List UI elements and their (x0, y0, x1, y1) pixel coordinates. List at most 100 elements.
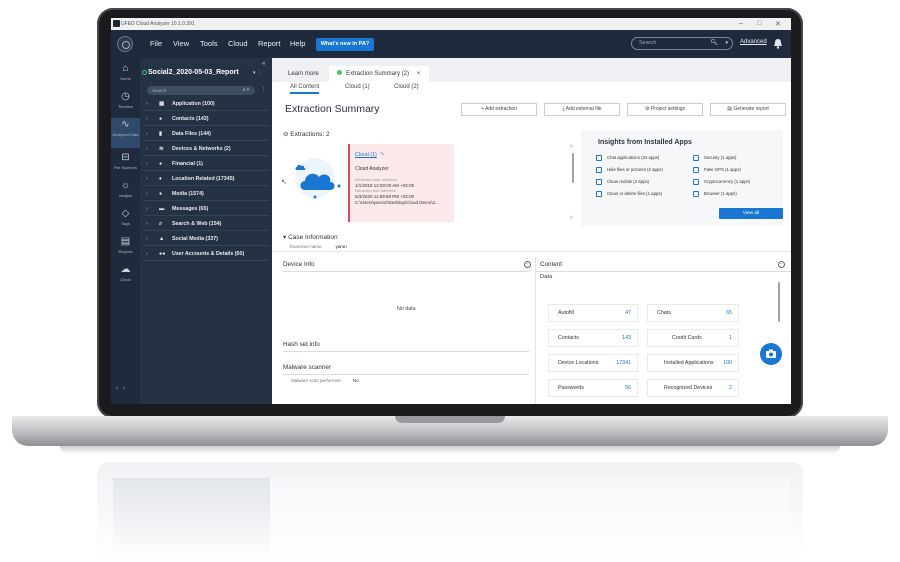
content-cell-passwords[interactable]: Passwords 56 (548, 379, 638, 397)
tab-learn-more[interactable]: Learn more (280, 66, 327, 82)
menu-cloud[interactable]: Cloud (228, 39, 248, 48)
rail-item-reports[interactable]: ▤ Reports (111, 235, 140, 261)
file-tree-icon: ⊟ (121, 152, 130, 163)
cloud-icon (295, 164, 341, 199)
tag-icon: ◇ (121, 208, 130, 219)
screenshot-button[interactable] (760, 343, 782, 365)
chevron-down-icon[interactable]: ▾ (725, 38, 728, 49)
divider (272, 251, 791, 252)
content-cell-recognized-devices[interactable]: Recognized Devices 2 (647, 379, 739, 397)
rail-item-timeline[interactable]: ◷ Timeline (111, 90, 140, 116)
rail-scroll-arrows-icon[interactable]: ‹ › (116, 386, 125, 392)
insight-hide-files[interactable]: Hide files or pictures (2 apps) (596, 167, 663, 173)
tree-item-messages[interactable]: › ▬ Messages (65) (143, 203, 269, 216)
tree-item-data-files[interactable]: › ▮ Data Files (144) (143, 128, 269, 141)
view-all-button[interactable]: View all (719, 208, 783, 219)
tree-item-location[interactable]: › ♦ Location Related (17345) (143, 173, 269, 186)
close-tab-icon[interactable]: × (417, 71, 421, 77)
reflection-panel (270, 478, 790, 562)
device-info-title: Device Info (283, 261, 315, 268)
content-scrollbar[interactable] (778, 282, 780, 322)
generate-report-button[interactable]: ▤ Generate report (710, 103, 786, 116)
cursor-icon: ↖ (281, 179, 287, 186)
collapse-content-icon[interactable]: − (778, 261, 785, 268)
tree-item-media[interactable]: › ● Media (1574) (143, 188, 269, 201)
content-cell-device-locations[interactable]: Device Locations 17341 (548, 354, 638, 372)
add-extraction-button[interactable]: + Add extraction (461, 103, 537, 116)
extractions-label[interactable]: ⊖ Extractions: 2 (283, 130, 330, 138)
tab-extraction-summary[interactable]: Extraction Summary (2) × (329, 66, 429, 82)
wifi-icon: ≋ (159, 146, 164, 152)
tree-search-input[interactable]: Search ⌕ ▾ (147, 86, 255, 95)
collapse-panel-icon[interactable]: « (262, 61, 265, 67)
insight-security[interactable]: Security (1 apps) (693, 155, 736, 161)
edit-pencil-icon[interactable]: ✎ (380, 151, 385, 158)
search-icon[interactable]: 🔍︎ (710, 38, 718, 49)
tree-item-social-media[interactable]: › ▲ Social Media (337) (143, 233, 269, 246)
content-cell-contacts[interactable]: Contacts 143 (548, 329, 638, 347)
media-icon: ● (159, 191, 163, 197)
close-window-icon[interactable]: ✕ (775, 20, 781, 28)
whats-new-button[interactable]: What's new in PA? (316, 38, 374, 51)
rail-item-insights[interactable]: ☼ Insights (111, 179, 140, 205)
tab-all-content[interactable]: All Content (290, 84, 320, 94)
menu-tools[interactable]: Tools (200, 39, 218, 48)
tree-search-icon[interactable]: ⌕ ▾ (243, 86, 249, 95)
bulb-icon: ☼ (120, 180, 131, 191)
menu-file[interactable]: File (150, 39, 162, 48)
window-titlebar: UFED Cloud Analyzer 10.1.0.391 – □ ✕ (111, 18, 791, 30)
content-cell-autofill[interactable]: Autofill 47 (548, 304, 638, 322)
tab-cloud-1[interactable]: Cloud (1) (345, 84, 370, 90)
rail-item-cloud[interactable]: ☁ Cloud (111, 263, 140, 289)
tree-more-icon[interactable]: ⋮ (261, 87, 267, 93)
menu-help[interactable]: Help (290, 39, 305, 48)
insight-clean-mobile[interactable]: Clean mobile (2 apps) (596, 179, 649, 185)
tree-item-financial[interactable]: › ● Financial (1) (143, 158, 269, 171)
collapse-device-info-icon[interactable]: − (524, 261, 531, 268)
insight-chat-apps[interactable]: Chat applications (22 apps) (596, 155, 659, 161)
case-information-header[interactable]: ▾ Case Information (283, 233, 338, 241)
no-data-text: No data (397, 306, 416, 312)
tree-item-user-accounts[interactable]: › ●● User Accounts & Details (60) (143, 248, 269, 261)
rail-item-file-systems[interactable]: ⊟ File Systems (111, 151, 140, 177)
document-tabs: Learn more Extraction Summary (2) × (272, 58, 791, 82)
menu-view[interactable]: View (173, 39, 189, 48)
content-cell-installed-apps[interactable]: Installed Applications 100 (647, 354, 739, 372)
app-screen: UFED Cloud Analyzer 10.1.0.391 – □ ✕ Fil… (111, 18, 791, 404)
insight-fake-gps[interactable]: Fake GPS (1 apps) (693, 167, 741, 173)
global-search-input[interactable]: Search 🔍︎ ▾ (631, 37, 733, 50)
hash-set-title: Hash set info (283, 341, 320, 348)
bell-icon[interactable] (773, 38, 783, 49)
minimize-icon[interactable]: – (739, 20, 743, 27)
rail-item-home[interactable]: ⌂ Home (111, 62, 140, 88)
insight-browser[interactable]: Browser (1 apps) (693, 191, 737, 197)
content-cell-credit-cards[interactable]: Credit Cards 1 (647, 329, 739, 347)
rail-item-tags[interactable]: ◇ Tags (111, 207, 140, 233)
tree-item-contacts[interactable]: › ● Contacts (143) (143, 113, 269, 126)
tree-item-application[interactable]: › ▦ Application (100) (143, 98, 269, 111)
insight-cryptocurrency[interactable]: Cryptocurrency (1 apps) (693, 179, 750, 185)
extraction-card-image[interactable] (285, 144, 345, 218)
browser-icon (693, 191, 699, 197)
project-settings-button[interactable]: ⚙ Project settings (627, 103, 703, 116)
coin-icon: ● (159, 161, 163, 167)
extractions-scrollbar[interactable] (572, 153, 574, 183)
insight-clean-delete[interactable]: Clean or delete files (1 apps) (596, 191, 662, 197)
menu-bar: File View Tools Cloud Report Help What's… (111, 30, 791, 58)
extraction-analyzer: Cloud Analyzer (355, 166, 389, 172)
maximize-icon[interactable]: □ (757, 20, 761, 27)
menu-report[interactable]: Report (258, 39, 281, 48)
tree-item-search-web[interactable]: › ⌕ Search & Web (154) (143, 218, 269, 231)
tab-cloud-2[interactable]: Cloud (2) (394, 84, 419, 90)
content-cell-chats[interactable]: Chats 65 (647, 304, 739, 322)
advanced-search-link[interactable]: Advanced (740, 39, 767, 45)
case-dropdown-icon[interactable]: ▾ ⋮ (253, 70, 262, 76)
tree-item-devices-networks[interactable]: › ≋ Devices & Networks (2) (143, 143, 269, 156)
chat-icon (596, 155, 602, 161)
laptop-notch (395, 416, 505, 423)
rail-item-analyzed-data[interactable]: ∿ Analyzed Data (111, 118, 140, 148)
scroll-down-icon[interactable]: ˅ (570, 215, 573, 221)
extraction-link[interactable]: Cloud (1) (355, 152, 377, 158)
add-external-file-button[interactable]: ⤓ Add external file (544, 103, 620, 116)
scroll-up-icon[interactable]: ˄ (570, 144, 573, 150)
